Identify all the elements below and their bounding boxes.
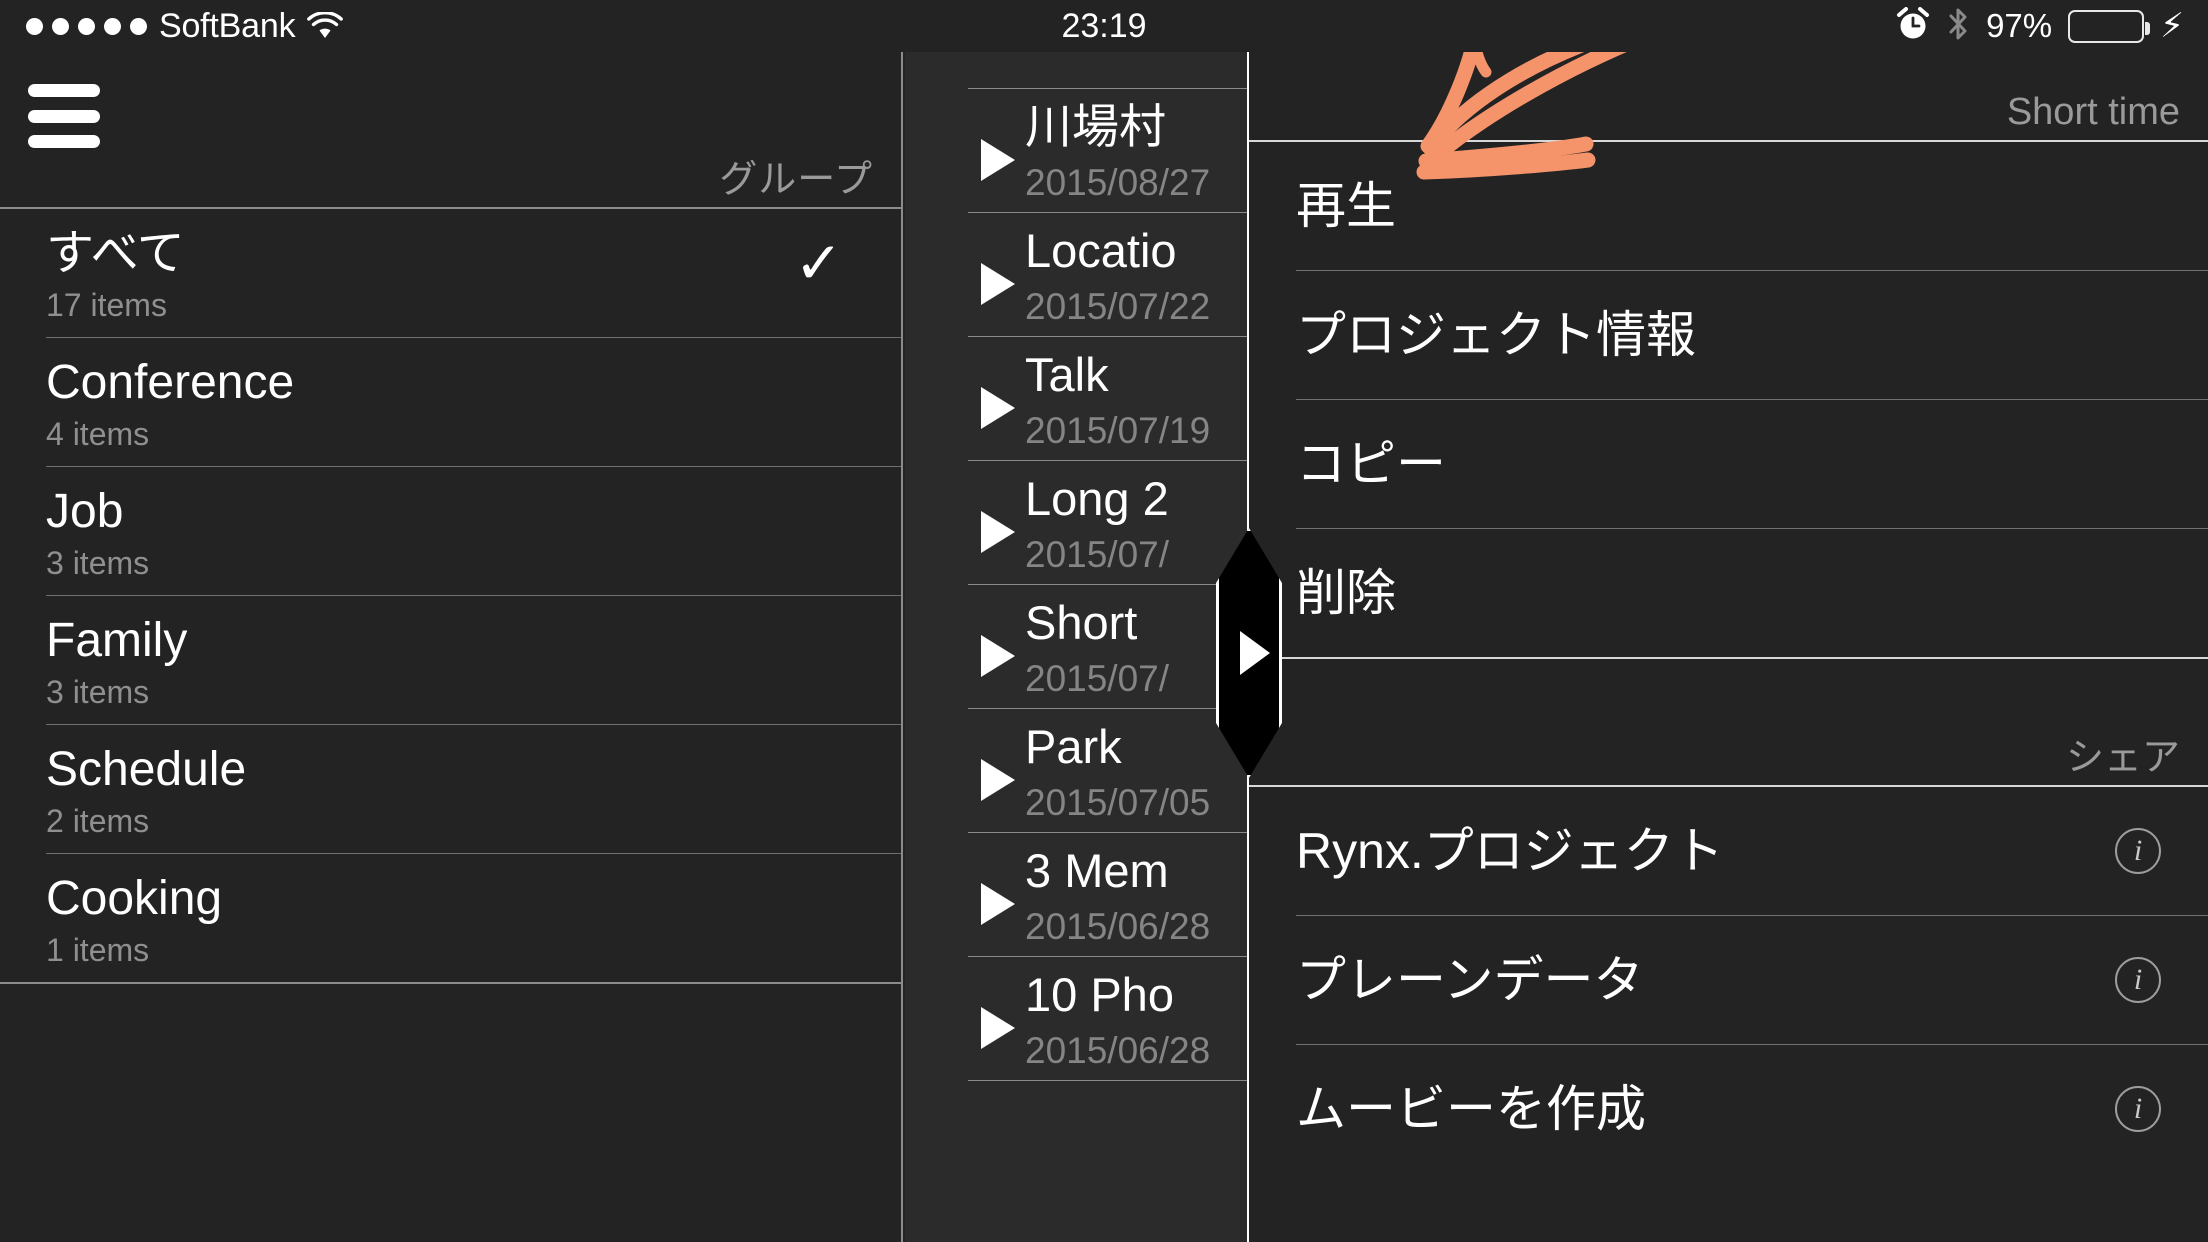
checkmark-icon: ✓ [794, 231, 843, 296]
project-item-date: 2015/06/28 [1025, 1030, 1211, 1071]
panel-action-list[interactable]: 再生プロジェクト情報 コピー削除 [1249, 142, 2208, 657]
play-triangle-icon[interactable] [981, 759, 1015, 801]
project-list-item[interactable]: Short 2015/07/ [905, 585, 1250, 709]
project-list-item[interactable]: 10 Pho 2015/06/28 [905, 957, 1250, 1081]
project-item-title: 3 Mem [1025, 844, 1169, 897]
sidebar-item-count: 17 items [46, 287, 167, 323]
project-item-title: Long 2 [1025, 472, 1169, 525]
project-item-text: Talk 2015/07/19 [1025, 345, 1250, 457]
sidebar-header: グループ [0, 52, 901, 207]
panel-action-3[interactable]: コピー [1249, 400, 2208, 528]
project-row-divider [968, 1080, 1250, 1081]
project-item-date: 2015/06/28 [1025, 906, 1211, 947]
info-circle-icon[interactable]: i [2115, 1086, 2161, 1132]
project-list-item[interactable]: Long 2 2015/07/ [905, 461, 1250, 585]
project-item-title: Locatio [1025, 224, 1177, 277]
project-item-text: Locatio 2015/07/22 [1025, 221, 1250, 333]
sidebar-item-label: Schedule [46, 743, 247, 796]
sidebar-item-すべて[interactable]: すべて 17 items ✓ [0, 209, 901, 337]
panel-action-4[interactable]: 削除 [1249, 529, 2208, 657]
project-item-text: 川場村 2015/08/27 [1025, 97, 1250, 209]
share-item-1[interactable]: Rynx.プロジェクト i [1249, 787, 2208, 915]
sidebar-item-count: 1 items [46, 932, 150, 968]
play-triangle-icon[interactable] [981, 635, 1015, 677]
project-item-date: 2015/07/22 [1025, 286, 1211, 327]
panel-action-label: 再生 [1296, 178, 1396, 234]
app-screen: 川場村 2015/08/27 Locatio 2015/07/22 Talk 2015/0… [0, 0, 2208, 1242]
panel-action-label: コピー [1296, 436, 1446, 492]
project-list-column[interactable]: 川場村 2015/08/27 Locatio 2015/07/22 Talk 2015/0… [905, 52, 1250, 1242]
share-section-header: シェア [1249, 659, 2208, 785]
status-bar-clock: 23:19 [1061, 6, 1147, 45]
play-triangle-icon[interactable] [981, 883, 1015, 925]
project-item-date: 2015/07/19 [1025, 410, 1211, 451]
share-item-label: Rynx.プロジェクト [1296, 823, 1724, 879]
share-item-label: プレーンデータ [1296, 952, 1644, 1008]
sidebar-item-schedule[interactable]: Schedule 2 items [0, 725, 901, 853]
panel-action-label: 削除 [1296, 565, 1396, 621]
project-list-item[interactable]: Talk 2015/07/19 [905, 337, 1250, 461]
project-item-date: 2015/07/05 [1025, 782, 1211, 823]
sidebar-item-job[interactable]: Job 3 items [0, 467, 901, 595]
play-triangle-icon[interactable] [981, 511, 1015, 553]
battery-percent-label: 97% [1986, 7, 2053, 44]
sidebar-item-conference[interactable]: Conference 4 items [0, 338, 901, 466]
sidebar-item-list[interactable]: すべて 17 items ✓ Conference 4 items Job 3 items F… [0, 209, 901, 982]
project-item-title: 川場村 [1025, 100, 1166, 153]
panel-action-label: プロジェクト情報 [1296, 307, 1696, 363]
project-list-item[interactable]: 川場村 2015/08/27 [905, 89, 1250, 213]
info-circle-icon[interactable]: i [2115, 957, 2161, 1003]
sidebar-item-count: 4 items [46, 416, 150, 452]
project-action-panel[interactable]: Short time 再生プロジェクト情報 コピー削除 シェア Rynx.プロジェ… [1247, 0, 2208, 1242]
play-triangle-icon[interactable] [981, 139, 1015, 181]
sidebar-item-label: Family [46, 614, 188, 667]
lightning-bolt-icon: ⚡ [2160, 7, 2184, 45]
sidebar-item-label: Conference [46, 356, 295, 409]
share-item-label: ムービーを作成 [1296, 1081, 1646, 1137]
sidebar-item-cooking[interactable]: Cooking 1 items [0, 854, 901, 982]
bluetooth-icon [1946, 6, 1970, 47]
project-list-item[interactable]: 3 Mem 2015/06/28 [905, 833, 1250, 957]
sidebar-item-count: 2 items [46, 803, 150, 839]
play-triangle-icon[interactable] [981, 387, 1015, 429]
play-triangle-icon[interactable] [981, 1007, 1015, 1049]
project-item-date: 2015/08/27 [1025, 162, 1211, 203]
share-item-3[interactable]: ムービーを作成 i [1249, 1045, 2208, 1173]
sidebar-bottom-divider [0, 982, 901, 984]
battery-icon [2068, 9, 2151, 43]
handle-triangle-icon [1240, 631, 1270, 675]
alarm-clock-icon [1896, 6, 1930, 46]
sidebar-item-count: 3 items [46, 545, 150, 581]
project-list-item[interactable]: Park 2015/07/05 [905, 709, 1250, 833]
status-bar: SoftBank 23:19 97% ⚡ [0, 0, 2208, 52]
project-item-title: 10 Pho [1025, 968, 1174, 1021]
panel-share-list[interactable]: Rynx.プロジェクト i プレーンデータ i ムービーを作成 i [1249, 787, 2208, 1173]
sidebar-item-family[interactable]: Family 3 items [0, 596, 901, 724]
sidebar-item-label: Cooking [46, 872, 223, 925]
drag-handle-right-arrow-icon[interactable] [1216, 528, 1282, 778]
panel-title: Short time [2006, 91, 2180, 133]
share-item-2[interactable]: プレーンデータ i [1249, 916, 2208, 1044]
panel-action-1[interactable]: 再生 [1249, 142, 2208, 270]
share-section-label: シェア [2065, 737, 2180, 779]
hamburger-menu-icon[interactable] [28, 84, 100, 148]
status-bar-right: 97% ⚡ [1896, 0, 2184, 52]
info-circle-icon[interactable]: i [2115, 828, 2161, 874]
sidebar-section-header: グループ [719, 159, 873, 201]
project-list-item[interactable]: Locatio 2015/07/22 [905, 213, 1250, 337]
sidebar-item-label: すべて [46, 227, 185, 280]
project-item-title: Talk [1025, 348, 1109, 401]
project-item-text: 3 Mem 2015/06/28 [1025, 841, 1250, 953]
play-triangle-icon[interactable] [981, 263, 1015, 305]
sidebar-item-count: 3 items [46, 674, 150, 710]
panel-action-2[interactable]: プロジェクト情報 [1249, 271, 2208, 399]
sidebar-item-label: Job [46, 485, 124, 538]
group-sidebar[interactable]: グループ すべて 17 items ✓ Conference 4 items Job 3 i… [0, 52, 903, 1242]
project-item-text: 10 Pho 2015/06/28 [1025, 965, 1250, 1077]
